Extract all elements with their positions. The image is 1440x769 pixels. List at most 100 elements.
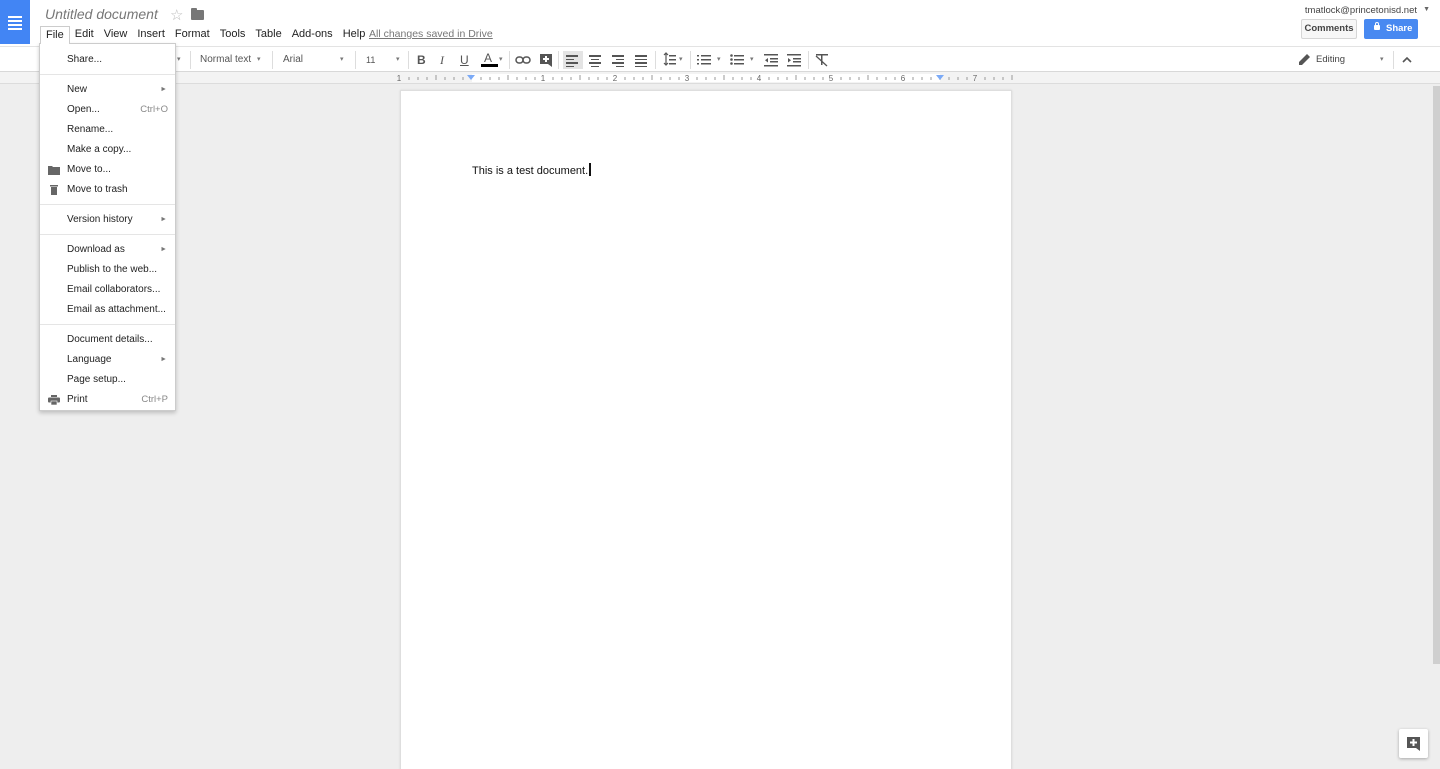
print-shortcut: Ctrl+P bbox=[141, 394, 168, 405]
file-menu-rename[interactable]: Rename... bbox=[40, 120, 175, 140]
file-menu-dropdown: Share... New ► Open... Ctrl+O Rename... Ma… bbox=[39, 43, 176, 411]
file-menu-rename-label: Rename... bbox=[67, 124, 114, 135]
numbered-list-icon[interactable] bbox=[697, 50, 711, 70]
font-size-select[interactable]: 11 bbox=[366, 50, 375, 70]
file-menu-email-attachment[interactable]: Email as attachment... bbox=[40, 300, 175, 320]
decrease-indent-icon[interactable] bbox=[764, 50, 778, 70]
ruler-label: 6 bbox=[901, 74, 906, 83]
pencil-icon[interactable] bbox=[1298, 50, 1310, 70]
menu-edit[interactable]: Edit bbox=[70, 26, 99, 42]
chevron-down-icon[interactable]: ▾ bbox=[340, 50, 344, 70]
link-icon[interactable] bbox=[515, 50, 531, 70]
editing-mode-select[interactable]: Editing bbox=[1316, 50, 1345, 70]
align-left-icon[interactable] bbox=[563, 51, 583, 69]
italic-button[interactable]: I bbox=[440, 50, 444, 70]
paragraph-style-select[interactable]: Normal text bbox=[200, 50, 251, 70]
file-menu-print[interactable]: Print Ctrl+P bbox=[40, 390, 175, 410]
document-body[interactable]: This is a test document. bbox=[472, 163, 591, 177]
file-menu-move-to-trash-label: Move to trash bbox=[67, 184, 128, 195]
document-page[interactable]: This is a test document. bbox=[400, 90, 1012, 769]
left-indent-marker[interactable] bbox=[467, 75, 475, 80]
align-right-icon[interactable] bbox=[609, 51, 629, 69]
app-header: Untitled document ☆ File Edit View Inser… bbox=[0, 0, 1440, 46]
share-button[interactable]: Share bbox=[1364, 19, 1418, 39]
file-menu-make-copy[interactable]: Make a copy... bbox=[40, 140, 175, 160]
star-icon[interactable]: ☆ bbox=[170, 6, 183, 24]
menu-help[interactable]: Help bbox=[338, 26, 371, 42]
menu-divider bbox=[40, 324, 175, 325]
file-menu-page-setup[interactable]: Page setup... bbox=[40, 370, 175, 390]
save-status-link[interactable]: All changes saved in Drive bbox=[369, 28, 493, 40]
chevron-down-icon[interactable]: ▾ bbox=[679, 50, 683, 70]
chevron-down-icon[interactable]: ▾ bbox=[717, 50, 721, 70]
menu-table[interactable]: Table bbox=[250, 26, 286, 42]
file-menu-version-history-label: Version history bbox=[67, 214, 133, 225]
ruler-label: 2 bbox=[613, 74, 618, 83]
add-comment-icon[interactable] bbox=[539, 50, 553, 70]
toolbar-divider bbox=[272, 51, 273, 69]
file-menu-download-as-label: Download as bbox=[67, 244, 125, 255]
chevron-down-icon[interactable]: ▾ bbox=[499, 50, 503, 70]
trash-icon bbox=[50, 185, 58, 195]
file-menu-new-label: New bbox=[67, 84, 88, 95]
menu-addons[interactable]: Add-ons bbox=[287, 26, 338, 42]
file-menu-email-attachment-label: Email as attachment... bbox=[67, 304, 166, 315]
comments-button[interactable]: Comments bbox=[1301, 19, 1357, 39]
explore-button[interactable] bbox=[1399, 729, 1428, 758]
menu-file[interactable]: File bbox=[40, 26, 70, 44]
submenu-arrow-icon: ► bbox=[160, 86, 167, 93]
text-color-button[interactable]: A bbox=[481, 48, 498, 68]
bulleted-list-icon[interactable] bbox=[730, 50, 744, 70]
open-shortcut: Ctrl+O bbox=[140, 104, 168, 115]
file-menu-email-collaborators[interactable]: Email collaborators... bbox=[40, 280, 175, 300]
file-menu-download-as[interactable]: Download as ► bbox=[40, 240, 175, 260]
vertical-scrollbar[interactable] bbox=[1433, 86, 1440, 664]
justify-icon[interactable] bbox=[632, 51, 652, 69]
caret-down-icon[interactable]: ▼ bbox=[1423, 6, 1430, 13]
file-menu-new[interactable]: New ► bbox=[40, 80, 175, 100]
submenu-arrow-icon: ► bbox=[160, 216, 167, 223]
file-menu-publish[interactable]: Publish to the web... bbox=[40, 260, 175, 280]
file-menu-document-details[interactable]: Document details... bbox=[40, 330, 175, 350]
file-menu-open[interactable]: Open... Ctrl+O bbox=[40, 100, 175, 120]
menu-format[interactable]: Format bbox=[170, 26, 215, 42]
underline-button[interactable]: U bbox=[460, 50, 469, 70]
document-title[interactable]: Untitled document bbox=[45, 6, 158, 22]
ruler-label: 1 bbox=[541, 74, 546, 83]
font-select[interactable]: Arial bbox=[283, 50, 303, 70]
file-menu-move-to-label: Move to... bbox=[67, 164, 111, 175]
ruler-label: 3 bbox=[685, 74, 690, 83]
document-text: This is a test document. bbox=[472, 165, 589, 177]
collapse-menus-icon[interactable] bbox=[1401, 50, 1413, 70]
right-indent-marker[interactable] bbox=[936, 75, 944, 80]
file-menu-version-history[interactable]: Version history ► bbox=[40, 210, 175, 230]
printer-icon bbox=[48, 395, 60, 405]
chevron-down-icon[interactable]: ▾ bbox=[257, 50, 261, 70]
menubar: File Edit View Insert Format Tools Table… bbox=[40, 26, 371, 44]
file-menu-language-label: Language bbox=[67, 354, 112, 365]
menu-view[interactable]: View bbox=[99, 26, 133, 42]
file-menu-language[interactable]: Language ► bbox=[40, 350, 175, 370]
align-center-icon[interactable] bbox=[586, 51, 606, 69]
file-menu-move-to-trash[interactable]: Move to trash bbox=[40, 180, 175, 200]
file-menu-move-to[interactable]: Move to... bbox=[40, 160, 175, 180]
bold-button[interactable]: B bbox=[417, 50, 426, 70]
clear-formatting-icon[interactable] bbox=[815, 50, 829, 70]
line-spacing-icon[interactable] bbox=[662, 50, 676, 70]
file-menu-share-label: Share... bbox=[67, 54, 103, 65]
zoom-caret-icon[interactable]: ▾ bbox=[177, 50, 181, 70]
file-menu-share[interactable]: Share... bbox=[40, 50, 175, 70]
docs-home-icon[interactable] bbox=[0, 0, 30, 44]
chevron-down-icon[interactable]: ▾ bbox=[1380, 50, 1384, 70]
folder-icon[interactable] bbox=[191, 8, 204, 20]
increase-indent-icon[interactable] bbox=[787, 50, 801, 70]
text-color-letter: A bbox=[484, 51, 493, 65]
account-email[interactable]: tmatlock@princetonisd.net bbox=[1305, 5, 1417, 16]
toolbar-divider bbox=[1393, 51, 1394, 69]
ruler[interactable]: 1 1 2 3 4 5 6 7 bbox=[0, 72, 1440, 84]
font-size-value: 11 bbox=[366, 55, 376, 65]
menu-insert[interactable]: Insert bbox=[132, 26, 170, 42]
chevron-down-icon[interactable]: ▾ bbox=[750, 50, 754, 70]
chevron-down-icon[interactable]: ▾ bbox=[396, 50, 400, 70]
menu-tools[interactable]: Tools bbox=[215, 26, 251, 42]
